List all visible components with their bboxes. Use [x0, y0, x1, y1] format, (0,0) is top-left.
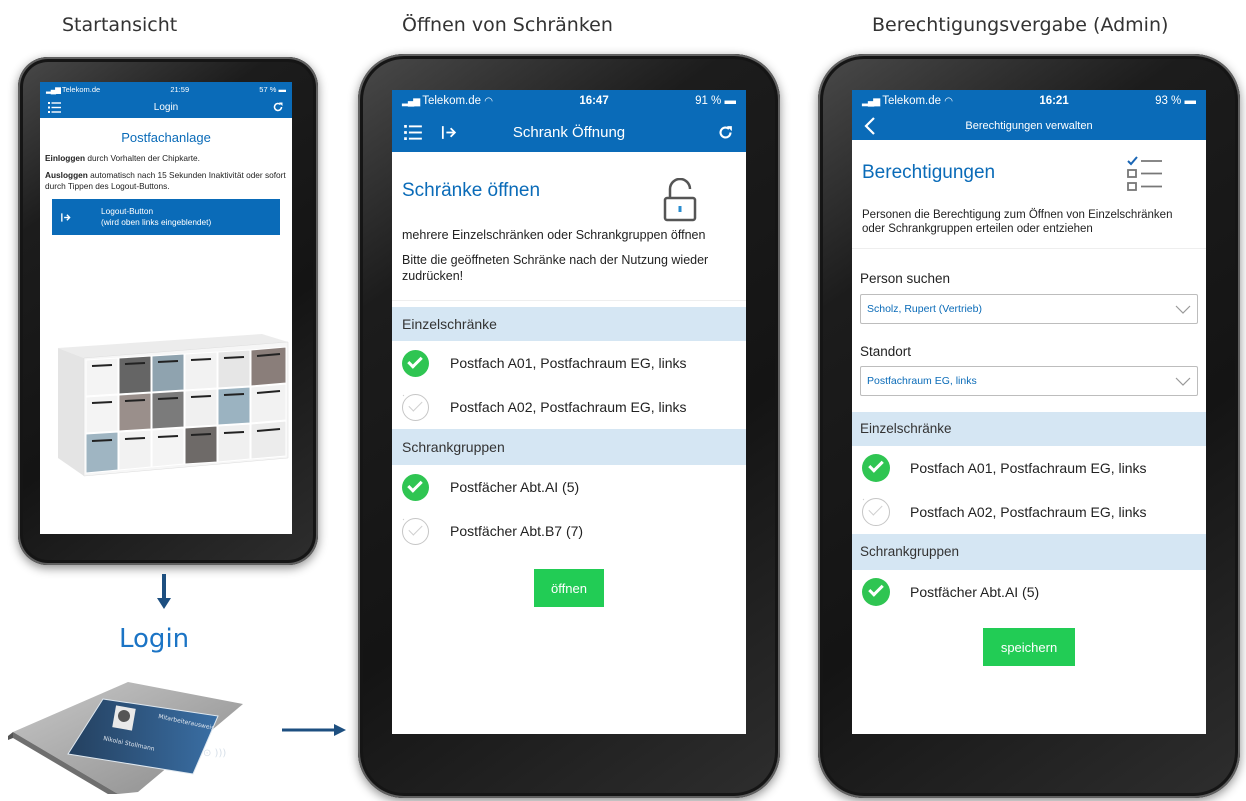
- caption-oeffnen: Öffnen von Schränken: [402, 14, 613, 36]
- refresh-icon[interactable]: [272, 101, 284, 113]
- caption-admin: Berechtigungsvergabe (Admin): [872, 14, 1169, 36]
- checkbox-unchecked-icon[interactable]: [862, 498, 890, 526]
- location-label: Standort: [860, 344, 912, 359]
- list-item[interactable]: Postfächer Abt.B7 (7): [392, 509, 746, 553]
- location-value: Postfachraum EG, links: [867, 375, 977, 387]
- list-item-label: Postfach A02, Postfachraum EG, links: [450, 399, 687, 415]
- checkbox-unchecked-icon[interactable]: [402, 393, 429, 421]
- logout-icon[interactable]: [440, 124, 457, 141]
- status-bar: ▂▄▆ Telekom.de ◠ 16:21 93 % ▬: [852, 90, 1206, 112]
- checkbox-checked-icon[interactable]: [402, 349, 429, 377]
- status-bar: ▂▄▆ Telekom.de ◠ 16:47 91 % ▬: [392, 90, 746, 112]
- chevron-down-icon: [1175, 377, 1191, 386]
- status-time: 16:47: [579, 95, 609, 107]
- screen-admin: ▂▄▆ Telekom.de ◠ 16:21 93 % ▬ Berechtigu…: [852, 90, 1206, 734]
- list-icon[interactable]: [48, 101, 61, 113]
- caption-startansicht: Startansicht: [62, 14, 178, 36]
- checkbox-unchecked-icon[interactable]: [402, 517, 429, 545]
- screen-start: ▂▄▆ Telekom.de 21:59 57 % ▬ Login Postfa…: [40, 82, 292, 534]
- logout-info-box: Logout-Button (wird oben links eingeblen…: [52, 199, 280, 235]
- logout-button-hint: (wird oben links eingeblendet): [101, 217, 212, 227]
- chevron-down-icon: [1175, 305, 1191, 314]
- list-item[interactable]: Postfach A02, Postfachraum EG, links: [852, 490, 1206, 534]
- section-header-schrankgruppen: Schrankgruppen: [392, 429, 746, 465]
- locker-cabinet-image: [58, 334, 289, 477]
- warning-text: Bitte die geöffneten Schränke nach der N…: [402, 253, 709, 283]
- logout-instruction: Ausloggen automatisch nach 15 Sekunden I…: [45, 170, 286, 191]
- checkbox-checked-icon[interactable]: [402, 473, 429, 501]
- section-header-einzelschraenke: Einzelschränke: [852, 412, 1206, 446]
- status-battery: 57 % ▬: [259, 84, 286, 94]
- status-bar: ▂▄▆ Telekom.de 21:59 57 % ▬: [40, 82, 292, 96]
- svg-text:⊙ ))): ⊙ ))): [203, 748, 226, 759]
- status-carrier: ▂▄▆ Telekom.de: [46, 84, 101, 94]
- list-icon[interactable]: [404, 124, 422, 140]
- nav-bar: Berechtigungen verwalten: [852, 112, 1206, 140]
- list-item[interactable]: Postfächer Abt.AI (5): [852, 570, 1206, 614]
- logout-icon: [61, 212, 71, 222]
- tablet-start: ▂▄▆ Telekom.de 21:59 57 % ▬ Login Postfa…: [18, 57, 318, 565]
- list-item[interactable]: Postfach A01, Postfachraum EG, links: [392, 341, 746, 385]
- person-search-select[interactable]: Scholz, Rupert (Vertrieb): [860, 294, 1198, 324]
- nav-title: Berechtigungen verwalten: [965, 120, 1093, 132]
- person-search-value: Scholz, Rupert (Vertrieb): [867, 303, 982, 315]
- unlock-icon: [663, 178, 697, 222]
- arrow-down-icon: [157, 574, 171, 609]
- nav-title: Login: [153, 101, 179, 113]
- list-item[interactable]: Postfach A02, Postfachraum EG, links: [392, 385, 746, 429]
- nav-bar: Login: [40, 96, 292, 118]
- list-item-label: Postfach A01, Postfachraum EG, links: [450, 355, 687, 371]
- person-search-label: Person suchen: [860, 271, 951, 286]
- nav-bar: Schrank Öffnung: [392, 112, 746, 152]
- list-item-label: Postfächer Abt.AI (5): [910, 584, 1040, 600]
- logout-button-label: Logout-Button: [101, 206, 154, 216]
- status-battery: 93 % ▬: [1155, 95, 1196, 107]
- refresh-icon[interactable]: [717, 124, 734, 141]
- status-battery: 91 % ▬: [695, 95, 736, 107]
- section-header-einzelschraenke: Einzelschränke: [392, 307, 746, 341]
- login-label: Login: [119, 624, 190, 654]
- section-header-schrankgruppen: Schrankgruppen: [852, 534, 1206, 570]
- list-item[interactable]: Postfächer Abt.AI (5): [392, 465, 746, 509]
- open-button[interactable]: öffnen: [534, 569, 604, 607]
- arrow-right-icon: [282, 724, 346, 736]
- tablet-admin: ▂▄▆ Telekom.de ◠ 16:21 93 % ▬ Berechtigu…: [818, 54, 1240, 798]
- location-select[interactable]: Postfachraum EG, links: [860, 366, 1198, 396]
- description-text: mehrere Einzelschränken oder Schrankgrup…: [402, 228, 706, 242]
- status-time: 21:59: [170, 84, 190, 94]
- screen-open: ▂▄▆ Telekom.de ◠ 16:47 91 % ▬ Schrank Öf…: [392, 90, 746, 734]
- description-text: Personen die Berechtigung zum Öffnen von…: [862, 209, 1173, 235]
- status-time: 16:21: [1039, 95, 1069, 107]
- list-item-label: Postfächer Abt.B7 (7): [450, 523, 584, 539]
- status-carrier: ▂▄▆ Telekom.de ◠: [862, 95, 953, 107]
- checkbox-checked-icon[interactable]: [862, 454, 890, 482]
- checkbox-checked-icon[interactable]: [862, 578, 890, 606]
- list-item-label: Postfach A01, Postfachraum EG, links: [910, 460, 1147, 476]
- back-icon[interactable]: [864, 117, 876, 135]
- list-item-label: Postfächer Abt.AI (5): [450, 479, 580, 495]
- list-item[interactable]: Postfach A01, Postfachraum EG, links: [852, 446, 1206, 490]
- tablet-open: ▂▄▆ Telekom.de ◠ 16:47 91 % ▬ Schrank Öf…: [358, 54, 780, 798]
- list-item-label: Postfach A02, Postfachraum EG, links: [910, 504, 1147, 520]
- login-instruction: Einloggen durch Vorhalten der Chipkarte.: [45, 153, 200, 163]
- checklist-icon: [1127, 156, 1162, 191]
- card-reader-image: Nikolai Stollmann Mitarbeiterausweis ⊙ )…: [8, 682, 243, 794]
- status-carrier: ▂▄▆ Telekom.de ◠: [402, 95, 493, 107]
- page-title: Postfachanlage: [121, 130, 211, 145]
- save-button[interactable]: speichern: [983, 628, 1075, 666]
